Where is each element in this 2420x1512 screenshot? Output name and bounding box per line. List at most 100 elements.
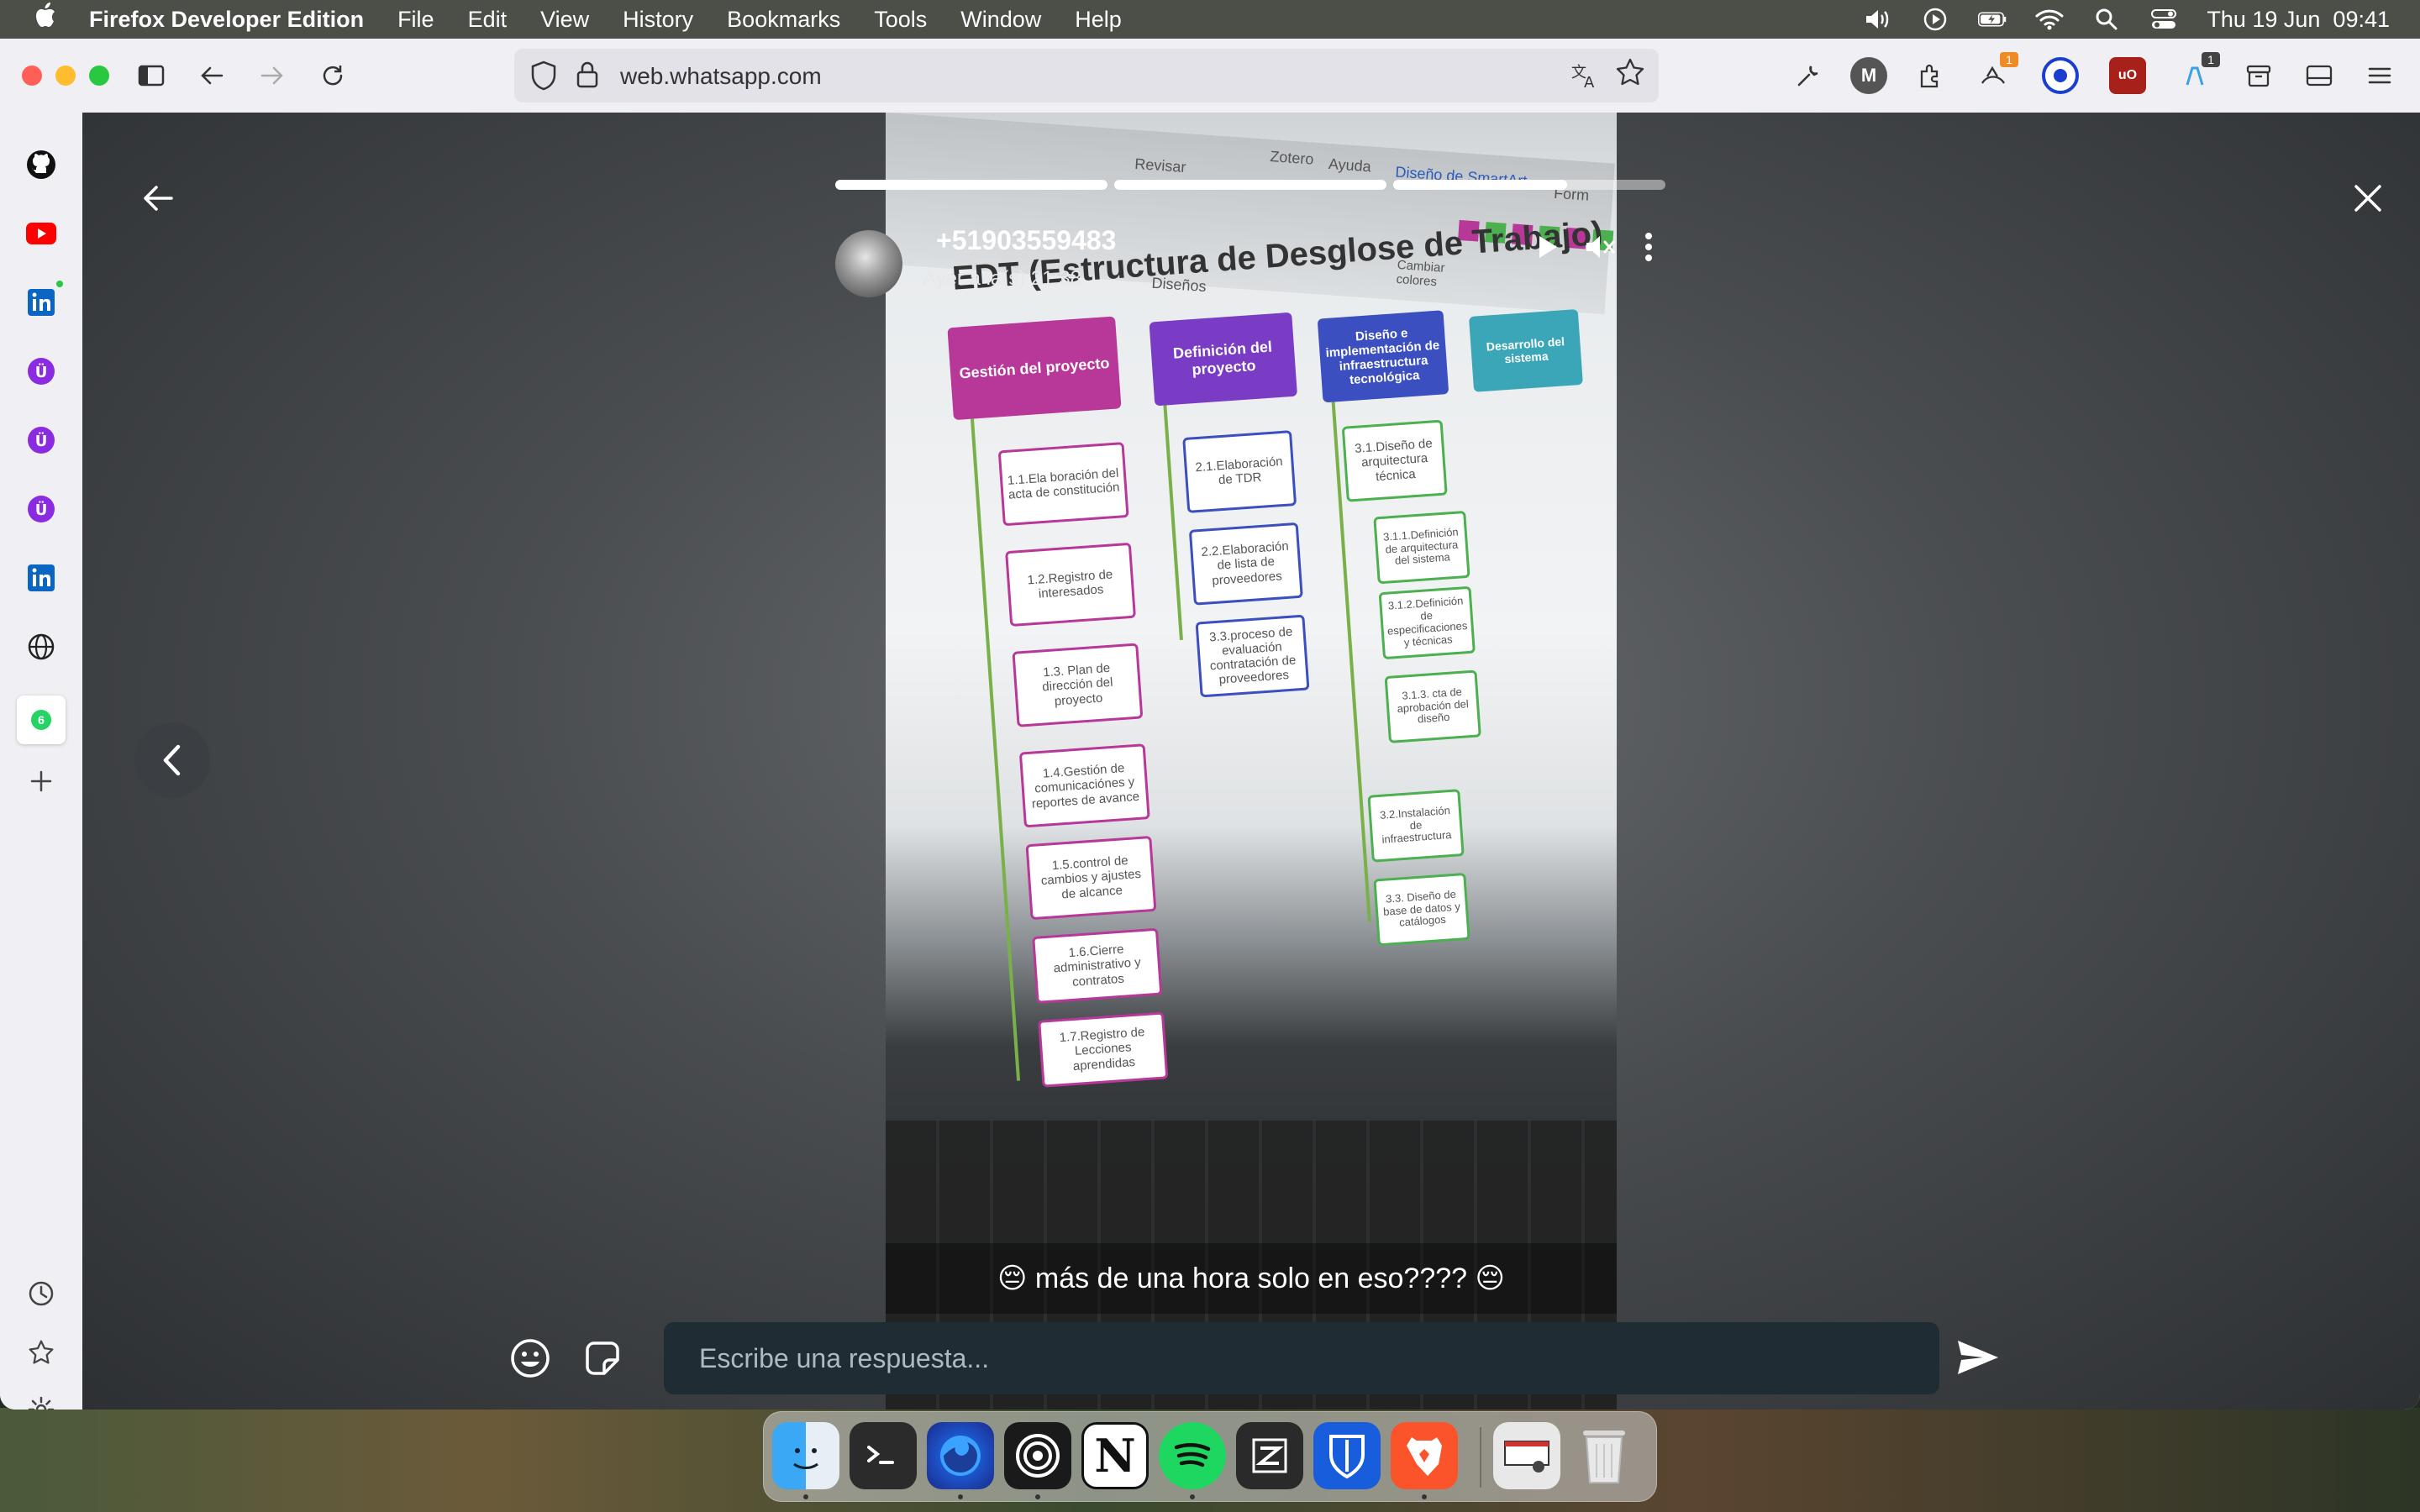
apple-menu-icon[interactable] bbox=[32, 2, 66, 37]
volume-icon[interactable] bbox=[1864, 8, 1892, 31]
menu-help[interactable]: Help bbox=[1075, 7, 1122, 33]
firefox-icon[interactable] bbox=[927, 1422, 994, 1489]
progress-fill bbox=[1393, 180, 1568, 190]
bookmark-star-icon[interactable] bbox=[1615, 57, 1645, 95]
forward-icon[interactable] bbox=[254, 57, 291, 94]
extension-blue-badge: 1 bbox=[2202, 52, 2220, 67]
wbs-item: 3.1.2.Definición de especificaciones y t… bbox=[1378, 585, 1476, 660]
progress-segment bbox=[1114, 180, 1386, 190]
url-bar[interactable]: web.whatsapp.com 文A bbox=[514, 49, 1659, 102]
sticker-icon[interactable] bbox=[575, 1331, 630, 1386]
settings-gear-icon[interactable] bbox=[24, 1393, 58, 1410]
status-progress bbox=[835, 180, 1665, 190]
send-icon[interactable] bbox=[1948, 1327, 2008, 1388]
bookmarks-star-icon[interactable] bbox=[24, 1336, 58, 1369]
history-icon[interactable] bbox=[24, 1277, 58, 1310]
reply-input[interactable] bbox=[664, 1322, 1939, 1394]
previous-status-button[interactable] bbox=[134, 722, 210, 798]
ublock-origin-icon[interactable]: uO bbox=[2109, 57, 2146, 94]
avatar[interactable] bbox=[835, 230, 902, 297]
menu-history[interactable]: History bbox=[623, 7, 693, 33]
menubar-clock[interactable]: Thu 19 Jun 09:41 bbox=[2207, 7, 2390, 33]
youtube-icon[interactable] bbox=[24, 217, 58, 250]
emoji-icon[interactable] bbox=[502, 1331, 558, 1386]
app-name[interactable]: Firefox Developer Edition bbox=[89, 7, 364, 33]
wbs-item: 3.1.Diseño de arquitectura técnica bbox=[1341, 419, 1448, 502]
reply-box[interactable] bbox=[664, 1322, 1939, 1394]
post-time: Ayer a la(s) 21:38 bbox=[923, 267, 1081, 290]
edt-diagram: EDT (Estructura de Desglose de Trabajo) … bbox=[902, 215, 1617, 1110]
brave-icon[interactable] bbox=[1391, 1422, 1458, 1489]
menu-tools[interactable]: Tools bbox=[874, 7, 927, 33]
menu-view[interactable]: View bbox=[540, 7, 589, 33]
extension-blue-icon[interactable]: 1 bbox=[2176, 52, 2220, 94]
spotify-icon[interactable] bbox=[1159, 1422, 1226, 1489]
extension-purple-icon[interactable]: Ü bbox=[24, 423, 58, 457]
linkedin-icon[interactable] bbox=[24, 281, 63, 319]
mute-icon[interactable] bbox=[1581, 228, 1622, 265]
extension-orange-badge: 1 bbox=[2000, 52, 2018, 67]
archive-box-icon[interactable] bbox=[2240, 57, 2277, 94]
reload-icon[interactable] bbox=[314, 57, 351, 94]
ribbon-tab-zotero: Zotero bbox=[1269, 148, 1315, 168]
trash-icon[interactable] bbox=[1570, 1422, 1638, 1489]
extensions-puzzle-icon[interactable] bbox=[1911, 57, 1948, 94]
extension-purple-icon[interactable]: Ü bbox=[24, 492, 58, 526]
terminal-icon[interactable] bbox=[850, 1422, 917, 1489]
minimize-window-button[interactable] bbox=[55, 66, 76, 86]
more-options-icon[interactable] bbox=[1632, 227, 1665, 267]
whatsapp-icon[interactable]: 6 bbox=[17, 696, 66, 744]
bitwarden-icon[interactable] bbox=[1313, 1422, 1381, 1489]
browser-window: web.whatsapp.com 文A M 1 uO 1 Ü Ü Ü 6 Rev… bbox=[0, 39, 2420, 1410]
screenshot-icon[interactable] bbox=[1493, 1422, 1560, 1489]
close-icon[interactable] bbox=[2343, 173, 2393, 223]
contact-name[interactable]: +51903559483 bbox=[936, 225, 1116, 256]
progress-segment bbox=[835, 180, 1107, 190]
hamburger-menu-icon[interactable] bbox=[2361, 57, 2398, 94]
url-text[interactable]: web.whatsapp.com bbox=[620, 63, 822, 90]
menu-file[interactable]: File bbox=[397, 7, 434, 33]
tab-view-icon[interactable] bbox=[2301, 57, 2338, 94]
menu-bookmarks[interactable]: Bookmarks bbox=[727, 7, 840, 33]
sidebar-toggle-icon[interactable] bbox=[133, 57, 170, 94]
play-circle-icon[interactable] bbox=[1921, 8, 1949, 31]
notion-icon[interactable]: N bbox=[1081, 1422, 1149, 1489]
wbs-header-gestion: Gestión del proyecto bbox=[947, 316, 1122, 421]
wbs-item: 3.2.Instalación de infraestructura bbox=[1367, 789, 1465, 863]
linkedin-icon[interactable] bbox=[24, 561, 58, 595]
globe-icon[interactable] bbox=[24, 630, 58, 664]
add-icon[interactable] bbox=[24, 764, 58, 798]
circle-app-icon[interactable] bbox=[1004, 1422, 1071, 1489]
devtools-wrench-icon[interactable] bbox=[1790, 57, 1827, 94]
search-icon[interactable] bbox=[2092, 8, 2121, 31]
extension-orange-icon[interactable]: 1 bbox=[1975, 52, 2018, 94]
extension-purple-icon[interactable]: Ü bbox=[24, 354, 58, 388]
close-window-button[interactable] bbox=[22, 66, 42, 86]
play-icon[interactable] bbox=[1529, 228, 1566, 265]
wbs-item: 1.3. Plan de dirección del proyecto bbox=[1012, 643, 1144, 727]
zed-icon[interactable] bbox=[1236, 1422, 1303, 1489]
back-icon[interactable] bbox=[193, 57, 230, 94]
progress-segment bbox=[1393, 180, 1665, 190]
wbs-item: 3.3.proceso de evaluación contratación d… bbox=[1195, 614, 1310, 698]
menu-edit[interactable]: Edit bbox=[468, 7, 508, 33]
lock-icon[interactable] bbox=[575, 60, 605, 91]
translate-icon[interactable]: 文A bbox=[1571, 60, 1600, 96]
finder-icon[interactable] bbox=[772, 1422, 839, 1489]
tracking-shield-icon[interactable] bbox=[529, 60, 560, 91]
svg-text:Ü: Ü bbox=[35, 501, 48, 519]
dock-divider bbox=[1480, 1427, 1481, 1488]
wbs-item: 1.5.control de cambios y ajustes de alca… bbox=[1025, 835, 1157, 921]
battery-icon[interactable] bbox=[1978, 8, 2007, 31]
extension-blue-eye-icon[interactable] bbox=[2042, 57, 2079, 94]
wifi-icon[interactable] bbox=[2035, 8, 2064, 31]
control-center-icon[interactable] bbox=[2149, 8, 2178, 31]
extension-m-icon[interactable]: M bbox=[1850, 57, 1887, 94]
wbs-item: 1.6.Cierre administrativo y contratos bbox=[1032, 927, 1163, 1004]
ribbon-tab-ayuda: Ayuda bbox=[1328, 155, 1372, 176]
chevron-left-icon bbox=[163, 744, 181, 776]
back-arrow-icon[interactable] bbox=[133, 173, 183, 223]
zoom-window-button[interactable] bbox=[89, 66, 109, 86]
github-icon[interactable] bbox=[24, 148, 58, 181]
menu-window[interactable]: Window bbox=[960, 7, 1041, 33]
